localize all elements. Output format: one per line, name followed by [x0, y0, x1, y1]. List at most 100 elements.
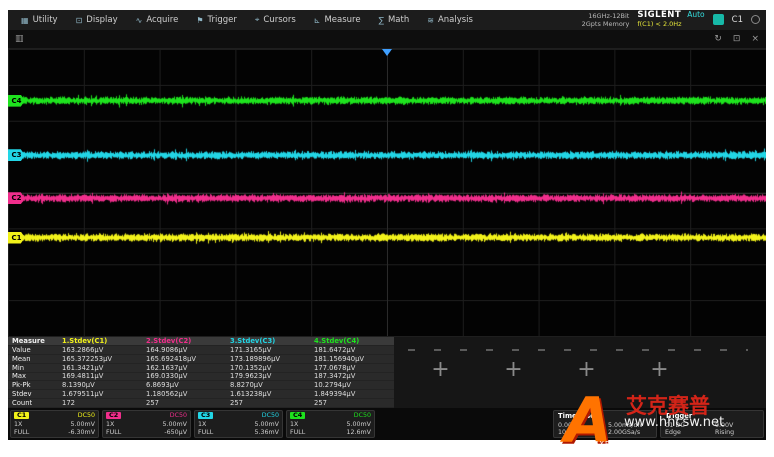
add-measurement-button[interactable]: +: [504, 359, 522, 381]
trigger-source-label[interactable]: C1: [732, 15, 743, 25]
menu-item-display[interactable]: ⊡ Display: [67, 10, 127, 30]
channel-probe: 1X: [14, 421, 22, 428]
channel-scale: 5.00mV: [255, 421, 279, 428]
timebase-title: Timebase: [558, 412, 652, 420]
measure-row-label: Count: [8, 399, 58, 408]
channel-coupling: DC50: [262, 412, 279, 419]
measure-row-label: Max: [8, 373, 58, 382]
record-icon[interactable]: [751, 15, 760, 24]
display-mode-icon[interactable]: ▥: [15, 34, 24, 44]
trigger-level: 0.00V: [715, 422, 759, 429]
add-measurement-button[interactable]: +: [650, 359, 668, 381]
channel-chip: C4: [290, 412, 305, 419]
measure-value: 257: [142, 399, 226, 408]
menu-item-acquire[interactable]: ∿ Acquire: [127, 10, 188, 30]
bandwidth-label: 16GHz-12Bit: [582, 12, 630, 20]
channel-scale: 5.00mV: [163, 421, 187, 428]
measurement-panel: Measure 1.Stdev(C1) 2.Stdev(C2) 3.Stdev(…: [8, 337, 766, 408]
cursors-icon: ⌖: [255, 15, 260, 25]
channel-coupling: DC50: [170, 412, 187, 419]
timebase-delay: 0.00s: [558, 422, 602, 429]
measure-value: 1.613238µV: [226, 390, 310, 399]
measure-value: 1.849394µV: [310, 390, 394, 399]
menu-label: Display: [86, 15, 117, 25]
measurement-table: Measure 1.Stdev(C1) 2.Stdev(C2) 3.Stdev(…: [8, 337, 394, 408]
menu-label: Acquire: [146, 15, 178, 25]
math-icon: ∑: [379, 16, 384, 25]
menu-item-cursors[interactable]: ⌖ Cursors: [246, 10, 305, 30]
channel-bw-mode: FULL: [14, 429, 29, 436]
trigger-status-badge: Auto: [687, 11, 704, 20]
channel-offset: -650µV: [164, 429, 187, 436]
measure-value: 181.156940µV: [310, 355, 394, 364]
measure-value: 179.9623µV: [226, 373, 310, 382]
history-icon[interactable]: ↻: [714, 34, 722, 44]
channel-scale: 5.00mV: [347, 421, 371, 428]
measure-corner-label: Measure: [8, 337, 58, 346]
measure-value: 164.9086µV: [142, 346, 226, 355]
menu-label: Math: [388, 15, 409, 25]
measure-value: 8.8270µV: [226, 381, 310, 390]
measure-row-label: Mean: [8, 355, 58, 364]
watermark-logo-text: CCEXP: [582, 440, 610, 448]
timebase-points: 100Mpts: [558, 429, 602, 436]
acquisition-info: 16GHz-12Bit 2Gpts Memory: [582, 12, 630, 28]
display-icon: ⊡: [76, 16, 83, 25]
measure-row-label: Min: [8, 364, 58, 373]
measure-value: 1.679511µV: [58, 390, 142, 399]
close-icon[interactable]: ×: [751, 34, 759, 44]
measure-col-header: 3.Stdev(C3): [226, 337, 310, 346]
trigger-title: Trigger: [665, 412, 759, 420]
measure-row-label: Pk-Pk: [8, 381, 58, 390]
empty-slot-ticks: [408, 349, 748, 351]
channel-status-c4[interactable]: C4 DC50 1X 5.00mV FULL 12.6mV: [286, 410, 375, 438]
channel-probe: 1X: [198, 421, 206, 428]
bottom-status-bar: C1 DC50 1X 5.00mV FULL -6.30mV C2 DC50 1…: [8, 408, 766, 440]
menu-label: Utility: [33, 15, 58, 25]
measure-row-label: Stdev: [8, 390, 58, 399]
measure-value: 1.180562µV: [142, 390, 226, 399]
measure-value: 162.1637µV: [142, 364, 226, 373]
add-measurement-button[interactable]: +: [431, 359, 449, 381]
add-measurement-button[interactable]: +: [577, 359, 595, 381]
channel-offset: -6.30mV: [68, 429, 95, 436]
measure-value: 187.3472µV: [310, 373, 394, 382]
measure-value: 170.1352µV: [226, 364, 310, 373]
menu-bar: ▦ Utility ⊡ Display ∿ Acquire ⚑ Trigger …: [8, 10, 766, 30]
trigger-type: Edge: [665, 429, 709, 436]
fullscreen-icon[interactable]: ⊡: [733, 34, 741, 44]
channel-status-c3[interactable]: C3 DC50 1X 5.00mV FULL 5.36mV: [194, 410, 283, 438]
channel-chip: C3: [198, 412, 213, 419]
frequency-counter: f(C1) < 2.0Hz: [637, 21, 704, 28]
channel-status-c1[interactable]: C1 DC50 1X 5.00mV FULL -6.30mV: [10, 410, 99, 438]
menu-label: Analysis: [438, 15, 473, 25]
channel-chip: C1: [14, 412, 29, 419]
menu-item-analysis[interactable]: ≋ Analysis: [418, 10, 482, 30]
measurement-slots-area: + + + +: [394, 337, 766, 408]
menu-item-math[interactable]: ∑ Math: [370, 10, 419, 30]
channel-offset: 12.6mV: [347, 429, 371, 436]
menu-label: Measure: [324, 15, 360, 25]
measure-col-header: 4.Stdev(C4): [310, 337, 394, 346]
channel-bw-mode: FULL: [198, 429, 213, 436]
touch-indicator-icon[interactable]: [713, 14, 724, 25]
channel-probe: 1X: [290, 421, 298, 428]
measure-value: 257: [226, 399, 310, 408]
measure-value: 257: [310, 399, 394, 408]
menu-item-utility[interactable]: ▦ Utility: [12, 10, 67, 30]
trigger-box[interactable]: Trigger C1 DC 0.00V Edge Rising: [660, 410, 764, 438]
channel-coupling: DC50: [354, 412, 371, 419]
measure-value: 8.1390µV: [58, 381, 142, 390]
measure-icon: ⊾: [314, 16, 321, 25]
trigger-position-marker[interactable]: [382, 49, 392, 56]
channel-status-c2[interactable]: C2 DC50 1X 5.00mV FULL -650µV: [102, 410, 191, 438]
measure-col-header: 1.Stdev(C1): [58, 337, 142, 346]
timebase-box[interactable]: Timebase 0.00s 5.00ms/div 100Mpts 2.00GS…: [553, 410, 657, 438]
menu-item-measure[interactable]: ⊾ Measure: [305, 10, 370, 30]
menu-item-trigger[interactable]: ⚑ Trigger: [187, 10, 246, 30]
measure-value: 169.0330µV: [142, 373, 226, 382]
timebase-rate: 2.00GSa/s: [608, 429, 652, 436]
secondary-toolbar: ▥ ↻ ⊡ ×: [8, 30, 766, 48]
memory-label: 2Gpts Memory: [582, 20, 630, 28]
utility-icon: ▦: [21, 16, 29, 25]
